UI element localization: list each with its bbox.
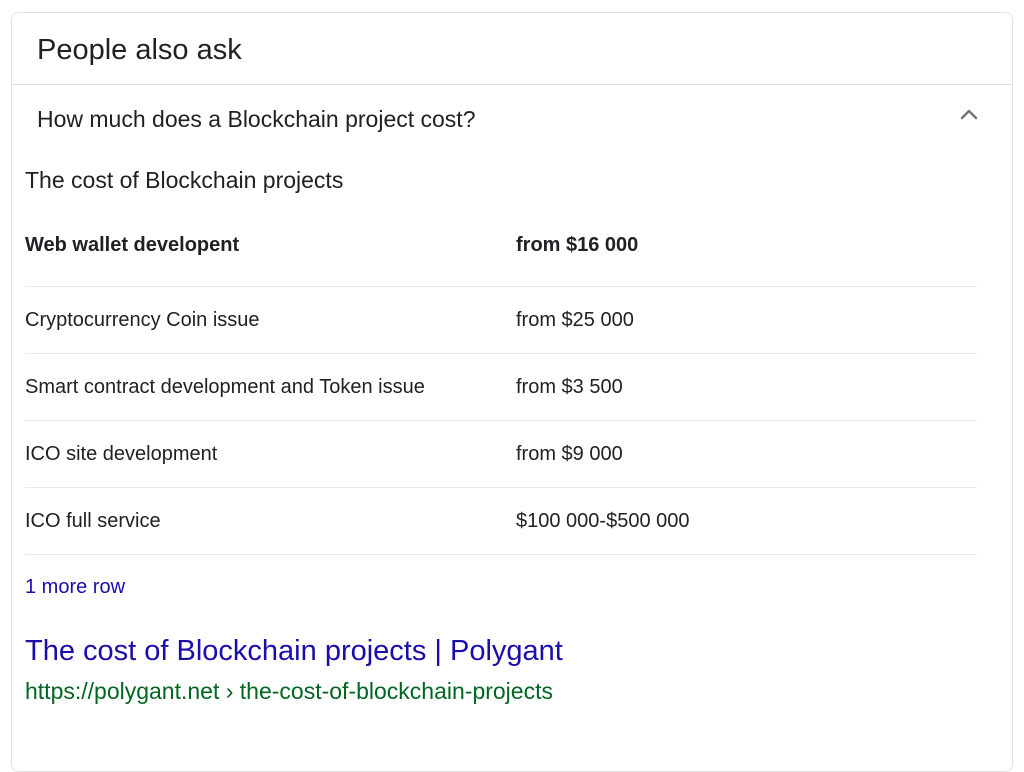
more-rows-link[interactable]: 1 more row xyxy=(25,575,125,599)
cost-table: Web wallet developent from $16 000 Crypt… xyxy=(25,214,977,555)
table-cell: Smart contract development and Token iss… xyxy=(25,375,425,398)
table-header-cell: from $16 000 xyxy=(516,234,639,256)
table-cell: from $3 500 xyxy=(516,375,623,398)
table-cell: from $9 000 xyxy=(516,442,623,465)
result-title-link[interactable]: The cost of Blockchain projects | Polyga… xyxy=(25,634,563,668)
table-row: ICO full service $100 000-$500 000 xyxy=(25,488,977,555)
question-toggle[interactable]: How much does a Blockchain project cost? xyxy=(12,85,1012,157)
table-row: Smart contract development and Token iss… xyxy=(25,354,977,421)
table-row: ICO site development from $9 000 xyxy=(25,421,977,488)
answer-heading: The cost of Blockchain projects xyxy=(25,167,344,193)
table-cell: $100 000-$500 000 xyxy=(516,509,690,532)
table-header-cell: Web wallet developent xyxy=(25,234,240,256)
table-row: Cryptocurrency Coin issue from $25 000 xyxy=(25,287,977,354)
table-cell: from $25 000 xyxy=(516,308,634,331)
table-header-row: Web wallet developent from $16 000 xyxy=(25,214,977,287)
table-cell: ICO full service xyxy=(25,509,161,532)
result-url: https://polygant.net › the-cost-of-block… xyxy=(25,678,553,704)
chevron-up-icon[interactable] xyxy=(957,103,981,127)
panel-title: People also ask xyxy=(37,34,242,66)
table-cell: Cryptocurrency Coin issue xyxy=(25,308,260,331)
table-cell: ICO site development xyxy=(25,442,218,465)
question-text: How much does a Blockchain project cost? xyxy=(37,106,476,132)
